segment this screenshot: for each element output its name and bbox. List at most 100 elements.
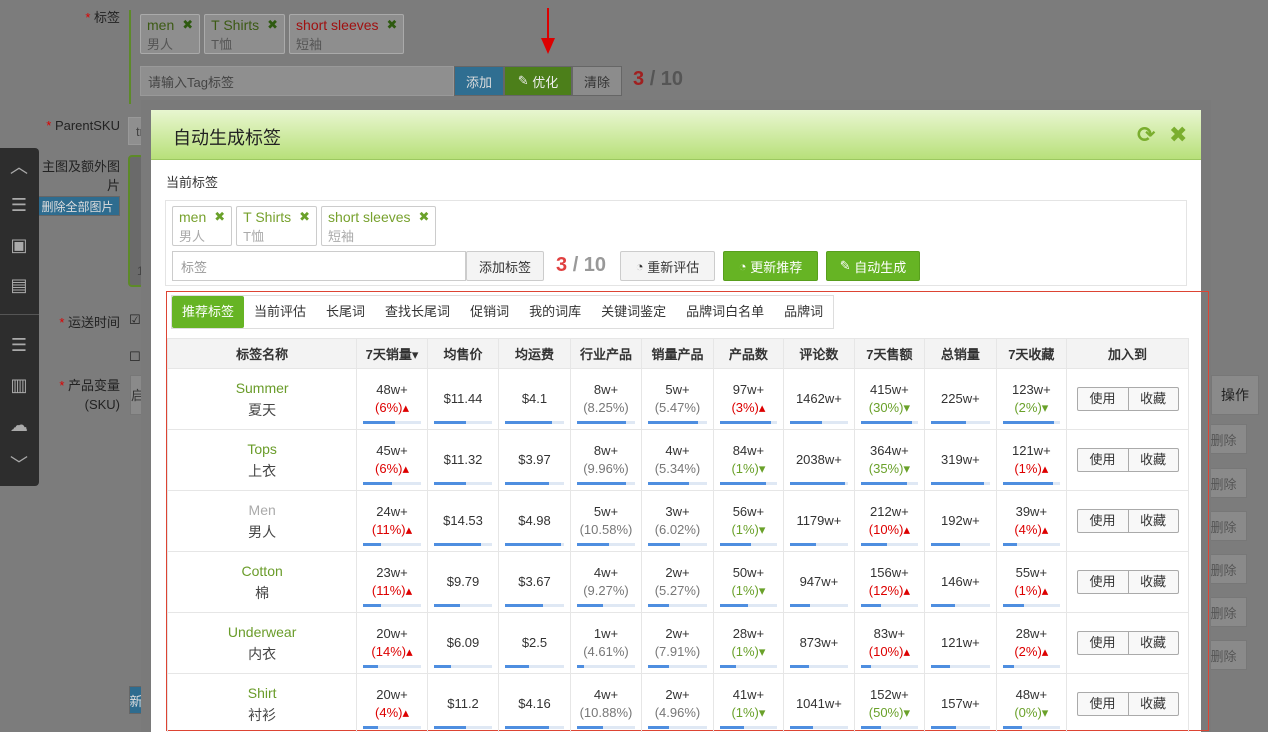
remove-tag-icon[interactable]: ✖ bbox=[267, 17, 278, 33]
tag-name-en[interactable]: Tops bbox=[168, 438, 356, 460]
bg-tag-input[interactable]: 请输入Tag标签 bbox=[140, 66, 454, 96]
cell-change-text: (4%) bbox=[375, 705, 403, 720]
use-button[interactable]: 使用 bbox=[1078, 388, 1128, 410]
collect-button[interactable]: 收藏 bbox=[1127, 693, 1178, 715]
cell-value: 45w+ bbox=[376, 443, 408, 458]
table-cell-sales7: 23w+ (11%)▴ bbox=[356, 551, 428, 613]
value-bar bbox=[433, 726, 493, 729]
delete-all-images-button[interactable]: 删除全部图片 bbox=[35, 196, 120, 216]
table-cell-fav: 55w+ (1%)▴ bbox=[995, 551, 1068, 613]
column-header[interactable]: 7天销量▾ bbox=[356, 338, 428, 369]
value-bar-fill bbox=[433, 482, 466, 485]
value-bar-fill bbox=[363, 543, 381, 546]
tag-name-cell: Shirt 衬衫 bbox=[166, 673, 358, 732]
value-bar-fill bbox=[790, 726, 814, 729]
auto-generate-button[interactable]: ✎ 自动生成 bbox=[826, 251, 920, 281]
chevron-down-icon[interactable]: ﹀ bbox=[8, 454, 30, 476]
trend-down-icon: ▾ bbox=[903, 461, 910, 476]
shipping-label: * 运送时间 bbox=[59, 315, 120, 330]
cell-change-text: (6.02%) bbox=[654, 522, 701, 537]
table-cell-total: 319w+ bbox=[924, 429, 997, 491]
column-header: 均运费 bbox=[498, 338, 571, 369]
collect-button[interactable]: 收藏 bbox=[1127, 449, 1178, 471]
cell-change-text: (4.61%) bbox=[583, 644, 629, 659]
list-icon-2[interactable]: ☰ bbox=[8, 334, 30, 356]
cell-value: 5w+ bbox=[665, 382, 690, 397]
value-bar bbox=[363, 421, 421, 424]
tag-name-zh: 夏天 bbox=[248, 402, 277, 418]
modal-tag-counter: 3 / 10 bbox=[556, 254, 606, 277]
value-bar-fill bbox=[1002, 482, 1054, 485]
tab-0[interactable]: 推荐标签 bbox=[172, 296, 245, 328]
tag-name-en[interactable]: Cotton bbox=[168, 560, 356, 582]
cloud-upload-icon[interactable]: ☁ bbox=[8, 414, 30, 436]
cell-value: $11.44 bbox=[443, 391, 483, 406]
close-icon[interactable]: ✖ bbox=[1169, 122, 1187, 148]
sidebar-divider bbox=[0, 314, 39, 315]
value-bar bbox=[719, 421, 778, 424]
tab-6[interactable]: 关键词鉴定 bbox=[591, 296, 676, 328]
collect-button[interactable]: 收藏 bbox=[1127, 571, 1178, 593]
refresh-icon[interactable]: ⟳ bbox=[1137, 122, 1155, 148]
use-button[interactable]: 使用 bbox=[1078, 510, 1128, 532]
cell-change: (4%)▴ bbox=[997, 521, 1066, 539]
value-bar bbox=[719, 482, 778, 485]
use-button[interactable]: 使用 bbox=[1078, 571, 1128, 593]
save-icon[interactable]: ▥ bbox=[8, 374, 30, 396]
image-icon[interactable]: ▣ bbox=[8, 234, 30, 256]
tag-name-en[interactable]: Summer bbox=[168, 377, 356, 399]
collect-button[interactable]: 收藏 bbox=[1127, 388, 1178, 410]
tag-name-en[interactable]: Shirt bbox=[168, 682, 356, 704]
value-bar bbox=[648, 665, 707, 668]
remove-tag-icon[interactable]: ✖ bbox=[214, 209, 225, 225]
bg-tag-text: T Shirts bbox=[211, 17, 260, 33]
tag-name-en[interactable]: Underwear bbox=[168, 621, 356, 643]
value-bar bbox=[505, 665, 564, 668]
use-button[interactable]: 使用 bbox=[1078, 693, 1128, 715]
cell-value: $2.5 bbox=[521, 635, 548, 650]
tab-3[interactable]: 查找长尾词 bbox=[375, 296, 460, 328]
trend-up-icon: ▴ bbox=[1041, 644, 1049, 659]
tag-name-en[interactable]: Men bbox=[168, 499, 356, 521]
bg-tag: men ✖ 男人 bbox=[140, 14, 201, 54]
tab-8[interactable]: 品牌词 bbox=[774, 296, 833, 328]
bg-tag-en: short sleeves ✖ bbox=[296, 17, 397, 33]
chevron-up-icon[interactable]: ︿ bbox=[8, 156, 30, 178]
bg-clear-button[interactable]: 清除 bbox=[572, 66, 622, 96]
remove-tag-icon[interactable]: ✖ bbox=[182, 17, 193, 33]
reevaluate-button[interactable]: ◔ 重新评估 bbox=[620, 251, 715, 281]
money-icon[interactable]: ▤ bbox=[8, 274, 30, 296]
auto-generate-label: 自动生成 bbox=[854, 259, 907, 275]
trend-down-icon: ▾ bbox=[758, 583, 766, 598]
cell-change: (35%)▾ bbox=[855, 460, 924, 478]
tab-5[interactable]: 我的词库 bbox=[519, 296, 591, 328]
cell-change-text: (12%) bbox=[868, 583, 904, 598]
bg-optimize-button[interactable]: ✎ 优化 bbox=[504, 66, 572, 96]
remove-tag-icon[interactable]: ✖ bbox=[419, 209, 430, 225]
add-tag-button[interactable]: 添加标签 bbox=[466, 251, 544, 281]
modal-tag-input[interactable]: 标签 bbox=[172, 251, 466, 281]
remove-tag-icon[interactable]: ✖ bbox=[299, 209, 310, 225]
table-cell-sales7: 45w+ (6%)▴ bbox=[356, 429, 428, 491]
table-cell-ship: $3.97 bbox=[498, 429, 571, 491]
bg-tag-en: T Shirts ✖ bbox=[211, 17, 278, 33]
value-bar-fill bbox=[576, 543, 609, 546]
value-bar bbox=[363, 482, 421, 485]
cell-value: 41w+ bbox=[732, 687, 765, 702]
use-button[interactable]: 使用 bbox=[1078, 632, 1128, 654]
use-button[interactable]: 使用 bbox=[1078, 449, 1128, 471]
tab-1[interactable]: 当前评估 bbox=[244, 296, 316, 328]
update-recommend-button[interactable]: ◔ 更新推荐 bbox=[723, 251, 818, 281]
tab-7[interactable]: 品牌词白名单 bbox=[676, 296, 774, 328]
remove-tag-icon[interactable]: ✖ bbox=[387, 17, 398, 33]
cell-value: 39w+ bbox=[1015, 504, 1048, 519]
collect-button[interactable]: 收藏 bbox=[1127, 632, 1178, 654]
value-bar-fill bbox=[719, 604, 749, 607]
tab-2[interactable]: 长尾词 bbox=[316, 296, 375, 328]
list-icon[interactable]: ☰ bbox=[8, 194, 30, 216]
tab-4[interactable]: 促销词 bbox=[460, 296, 519, 328]
value-bar bbox=[576, 421, 636, 424]
bg-add-button[interactable]: 添加 bbox=[454, 66, 504, 96]
collect-button[interactable]: 收藏 bbox=[1127, 510, 1178, 532]
value-bar-fill bbox=[505, 604, 544, 607]
